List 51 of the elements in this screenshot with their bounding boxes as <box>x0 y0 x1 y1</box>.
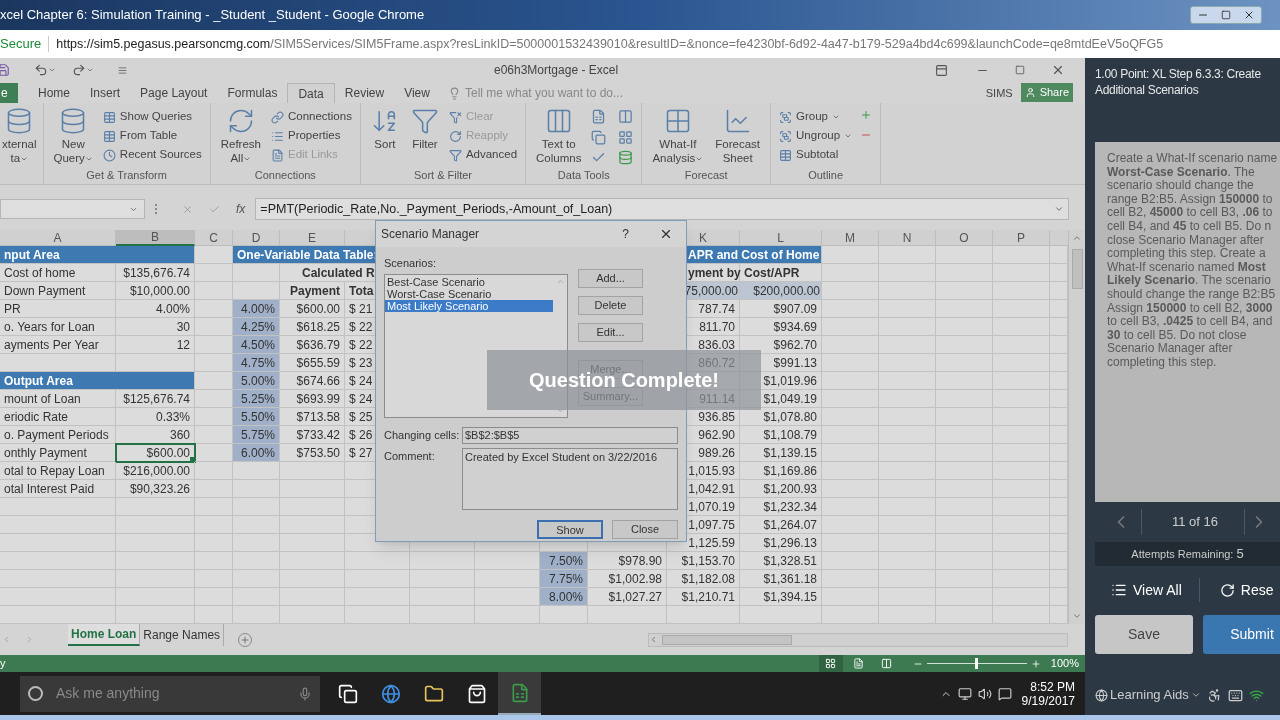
group-label: Get & Transform <box>85 168 168 183</box>
instruction-line: range B2:B5. Assign 150000 to <box>1107 192 1274 207</box>
group-label: Outline <box>807 168 844 183</box>
window-title: e06h3Mortgage - Excel <box>494 62 619 79</box>
section-header: nput Area <box>0 246 195 264</box>
tell-me-placeholder: Tell me what you want to do... <box>464 85 624 102</box>
instruction-line: cell B2, 45000 to cell B3, .06 to <box>1107 206 1274 220</box>
zoom-reading: 100% <box>1050 656 1079 672</box>
instruction-line: What-If scenario named Most <box>1107 260 1267 275</box>
table-cell: 4.00% <box>233 300 280 318</box>
instruction-line: completing this step. <box>1107 355 1218 370</box>
window-title: xcel Chapter 6: Simulation Training - _Student _Student - Google Chrome <box>0 6 425 25</box>
instruction-line: cell B4, and 45 to cell B5. Do n <box>1107 219 1273 234</box>
table-cell: 8.00% <box>540 588 588 606</box>
group-label: Connections <box>253 168 317 183</box>
table-cell: 4.25% <box>233 318 280 336</box>
instruction-line: to cell B3, .0425 to cell B4, and <box>1107 315 1274 329</box>
selected-cell: $600.00 <box>116 444 195 462</box>
instruction-line: close Scenario Manager after <box>1107 233 1265 248</box>
dialog-title: Scenario Manager <box>381 226 481 243</box>
attempts-count: 5 <box>1236 545 1244 564</box>
section-header: Output Area <box>0 372 195 390</box>
table-cell: 5.25% <box>233 390 280 408</box>
table-cell: 4.75% <box>233 354 280 372</box>
progress-text: 11 of 16 <box>1172 513 1219 532</box>
table-cell: 5.50% <box>233 408 280 426</box>
instruction-line: scenario should change the <box>1107 179 1255 193</box>
table-cell: 7.75% <box>540 570 588 588</box>
table-cell: 5.75% <box>233 426 280 444</box>
status-text: y <box>0 656 6 672</box>
table-cell: 6.00% <box>233 444 280 462</box>
instruction-line: Scenario Manager after <box>1107 342 1234 356</box>
table-cell: $200,000.00 <box>740 282 822 300</box>
question-title: 1.00 Point: XL Step 6.3.3: Create Additional Scenarios <box>1094 66 1262 99</box>
group-label: Sort & Filter <box>412 168 473 183</box>
table-cell: 7.50% <box>540 552 588 570</box>
instruction-line: 30 to cell B5. Do not close <box>1107 328 1248 343</box>
instruction-line: Assign 150000 to cell B2, 3000 <box>1107 301 1274 316</box>
attempts-label: Attempts Remaining: <box>1131 546 1234 562</box>
group-label: Data Tools <box>556 168 611 183</box>
group-label: Forecast <box>683 168 729 183</box>
secure-label: Secure <box>0 35 42 54</box>
instruction-line: completing this step. Create a <box>1107 247 1267 261</box>
instruction-line: Likely Scenario. The scenario <box>1107 274 1272 288</box>
instruction-line: should change the range B2:B5 <box>1107 287 1277 302</box>
table-cell: 4.50% <box>233 336 280 354</box>
instruction-line: Worst-Case Scenario. The <box>1107 165 1256 180</box>
table-cell: 5.00% <box>233 372 280 390</box>
table-cell: 360 <box>116 426 195 444</box>
instruction-line: Create a What-If scenario name <box>1107 152 1279 166</box>
user-name: SIMS <box>985 85 1013 101</box>
